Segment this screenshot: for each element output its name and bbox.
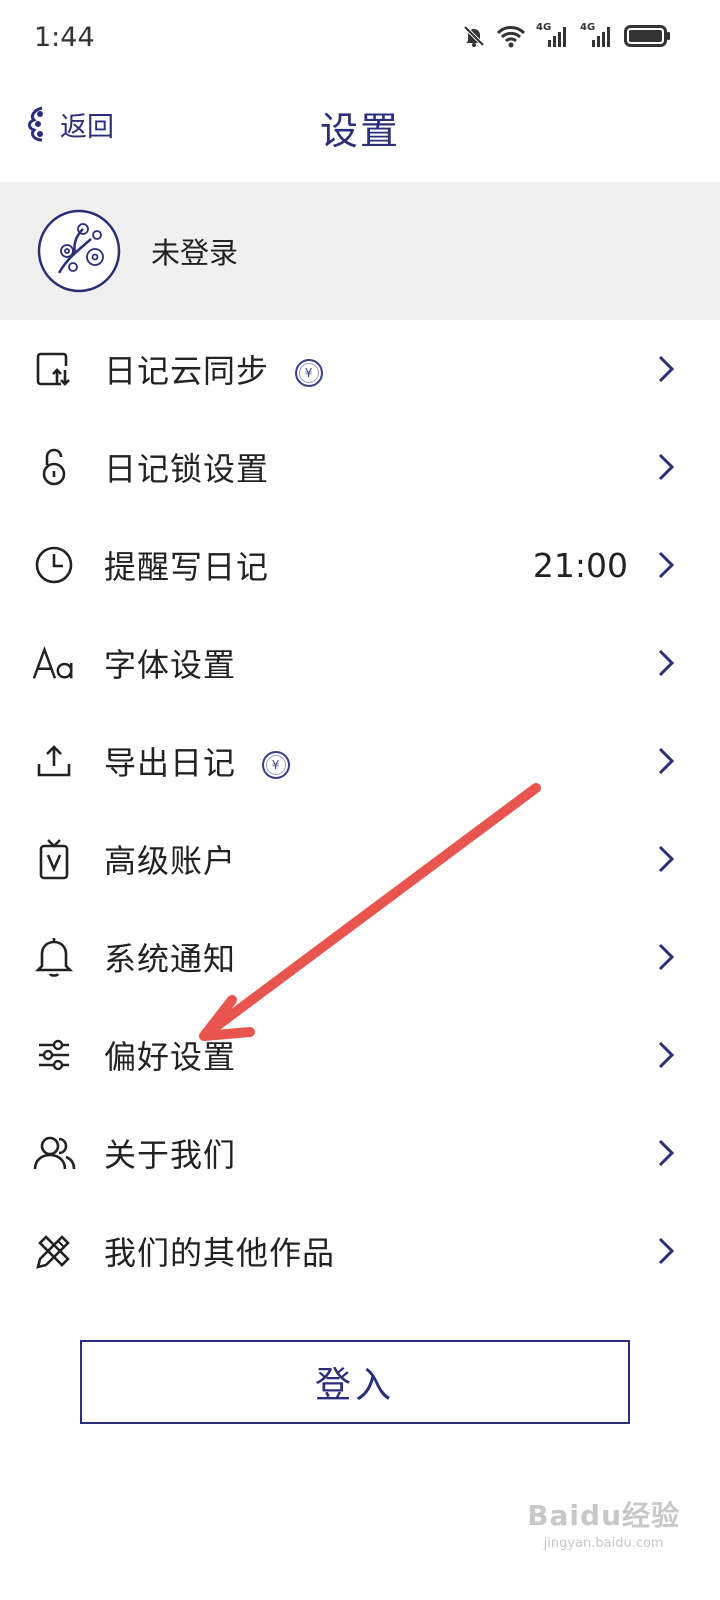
premium-coin-icon: ¥ [295,359,324,387]
chevron-right-icon [658,845,675,873]
signal-4g-icon: 4G [536,22,570,48]
menu-item-reminder[interactable]: 提醒写日记 21:00 [0,516,720,614]
clock-icon [32,543,76,587]
chevron-right-icon [658,747,675,775]
export-icon [32,739,76,783]
mute-bell-icon [463,25,485,47]
watermark-main: Baidu经验 [527,1499,680,1532]
settings-menu: 日记云同步 ¥ 日记锁设置 提醒写日记 21:00 字体设置 导出日记 ¥ 高级… [0,320,720,1300]
menu-item-label: 高级账户 [104,842,237,880]
menu-item-diary-lock[interactable]: 日记锁设置 [0,418,720,516]
watermark: Baidu经验 jingyan.baidu.com [527,1494,680,1551]
nav-bar: 返回 设置 [0,80,720,182]
menu-item-label: 关于我们 [104,1136,237,1174]
menu-item-label: 偏好设置 [104,1038,237,1076]
chevron-right-icon [658,1139,675,1167]
profile-card[interactable]: 未登录 [0,182,720,320]
font-icon [32,641,76,685]
menu-item-label: 我们的其他作品 [104,1234,336,1272]
menu-item-other-works[interactable]: 我们的其他作品 [0,1202,720,1300]
login-button-label: 登入 [314,1365,395,1406]
bell-icon [32,935,76,979]
chevron-right-icon [658,943,675,971]
menu-item-label: 日记云同步 ¥ [104,346,324,392]
page-title: 设置 [319,109,400,153]
menu-item-label: 导出日记 ¥ [104,738,291,784]
menu-item-cloud-sync[interactable]: 日记云同步 ¥ [0,320,720,418]
chevron-right-icon [658,551,675,579]
menu-item-label: 日记锁设置 [104,450,270,488]
login-button[interactable]: 登入 [80,1340,630,1424]
chevron-right-icon [658,649,675,677]
wifi-icon [496,26,526,48]
vip-card-icon [32,837,76,881]
menu-item-notifications[interactable]: 系统通知 [0,908,720,1006]
status-icons: 4G 4G [462,22,672,48]
premium-coin-icon: ¥ [262,751,291,779]
menu-item-label: 提醒写日记 [104,548,270,586]
signal-4g-icon: 4G [580,22,614,48]
people-icon [32,1131,76,1175]
menu-item-font[interactable]: 字体设置 [0,614,720,712]
menu-item-premium-account[interactable]: 高级账户 [0,810,720,908]
reminder-time-value: 21:00 [532,545,628,585]
login-status: 未登录 [151,236,239,270]
menu-item-about-us[interactable]: 关于我们 [0,1104,720,1202]
plum-blossom-avatar-icon [37,209,121,293]
status-time: 1:44 [34,22,95,53]
status-bar: 1:44 4G 4G [0,0,720,80]
chevron-right-icon [658,355,675,383]
chevron-right-icon [658,1237,675,1265]
menu-item-export[interactable]: 导出日记 ¥ [0,712,720,810]
cloud-sync-icon [32,347,76,391]
menu-item-preferences[interactable]: 偏好设置 [0,1006,720,1104]
chevron-right-icon [658,1041,675,1069]
battery-icon [624,25,670,47]
menu-item-label: 系统通知 [104,940,237,978]
chevron-right-icon [658,453,675,481]
lock-icon [32,445,76,489]
sliders-icon [32,1033,76,1077]
watermark-sub: jingyan.baidu.com [543,1536,664,1551]
pencil-ruler-icon [32,1229,76,1273]
menu-item-label: 字体设置 [104,646,237,684]
